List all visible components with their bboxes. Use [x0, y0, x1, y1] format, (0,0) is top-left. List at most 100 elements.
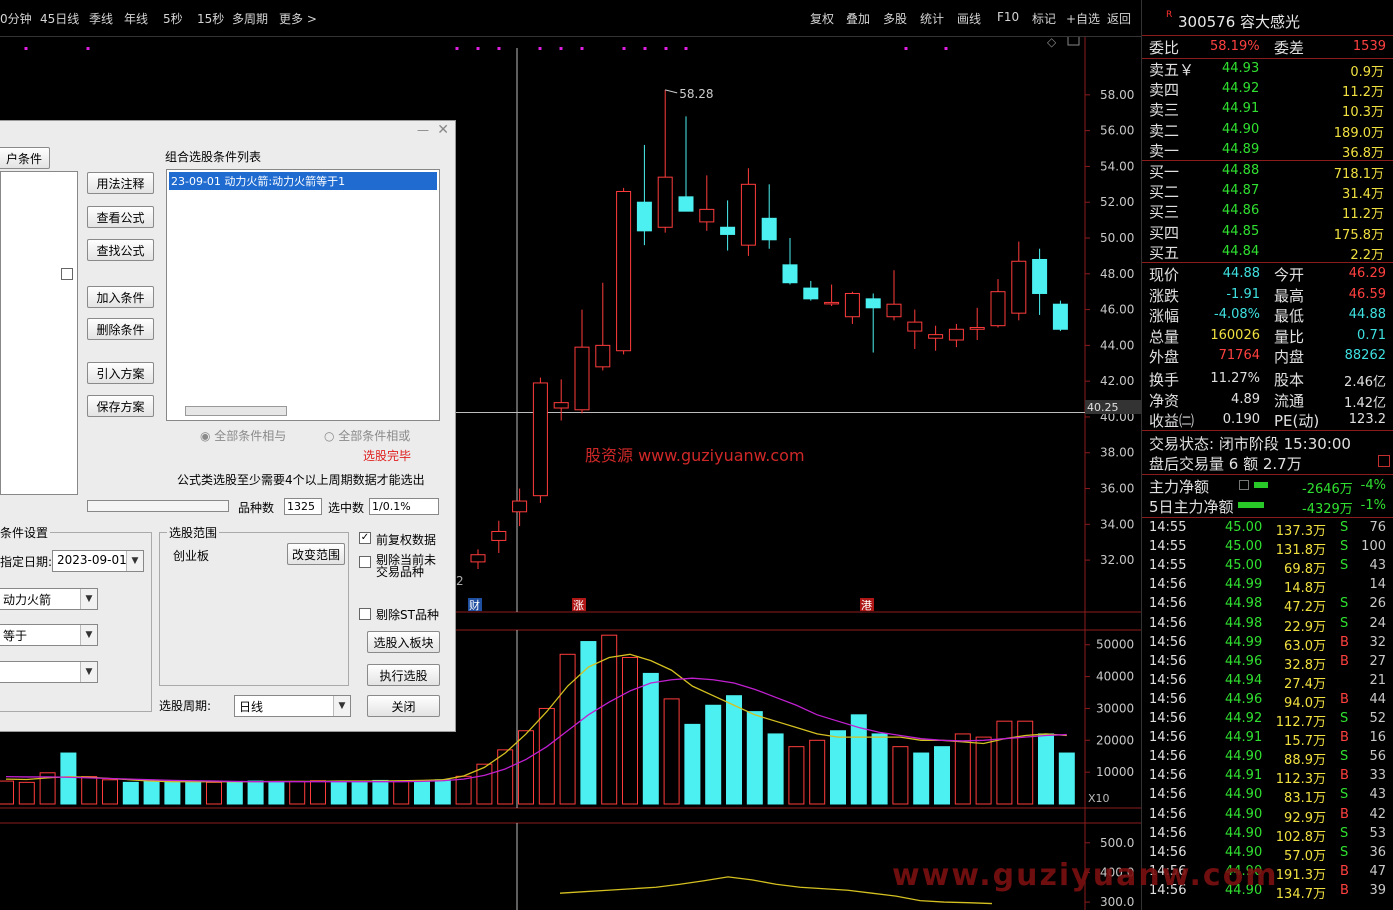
- chevron-down-icon[interactable]: ▼: [80, 625, 97, 645]
- volume-bar: [185, 780, 202, 805]
- tb-draw[interactable]: 画线: [957, 10, 981, 27]
- tick-price: 44.90: [1225, 787, 1263, 803]
- tree-checkbox[interactable]: [61, 268, 73, 280]
- orderbook-label: 卖五￥: [1149, 61, 1195, 79]
- tb-multi-stock[interactable]: 多股: [883, 10, 907, 27]
- badge-limit-up-text: 涨: [573, 599, 584, 612]
- period-select[interactable]: 日线 ▼: [234, 695, 351, 717]
- tb-overlay[interactable]: 叠加: [846, 10, 870, 27]
- volume-bar: [289, 780, 306, 805]
- operator-select[interactable]: 等于 ▼: [0, 624, 98, 646]
- close-icon[interactable]: ✕: [437, 122, 449, 138]
- tab-user-condition[interactable]: 户条件: [0, 147, 50, 169]
- tick-time: 14:55: [1149, 520, 1187, 535]
- volume-bar: [497, 749, 514, 805]
- add-condition-button[interactable]: 加入条件: [87, 286, 154, 308]
- tb-period-5s[interactable]: 5秒: [163, 10, 183, 27]
- orderbook-volume: 0.9万: [1350, 65, 1384, 80]
- candle-body: [636, 201, 652, 232]
- add-to-block-button[interactable]: 选股入板块: [367, 631, 440, 653]
- weibi-label: 委比: [1149, 39, 1180, 57]
- tb-statistics[interactable]: 统计: [920, 10, 944, 27]
- volume-bar: [393, 780, 410, 805]
- tb-period-season[interactable]: 季线: [89, 10, 113, 27]
- change-range-button[interactable]: 改变范围: [287, 543, 345, 565]
- tick-volume: 92.9万: [1284, 810, 1326, 826]
- tb-period-15s[interactable]: 15秒: [197, 10, 224, 27]
- stat-value: 71764: [1218, 348, 1260, 364]
- tb-period-45day[interactable]: 45日线: [40, 10, 79, 27]
- orderbook-volume: 11.2万: [1342, 85, 1384, 101]
- chevron-down-icon[interactable]: ▼: [80, 662, 97, 682]
- volume-bar: [330, 781, 347, 805]
- chevron-down-icon[interactable]: ▼: [333, 696, 350, 716]
- tb-f10[interactable]: F10: [997, 10, 1019, 24]
- restore-checkbox[interactable]: ✓: [359, 532, 371, 544]
- view-formula-button[interactable]: 查看公式: [87, 206, 154, 228]
- minimize-icon[interactable]: —: [417, 123, 429, 137]
- tb-restore[interactable]: 复权: [810, 10, 834, 27]
- close-button[interactable]: 关闭: [367, 695, 440, 717]
- usage-button[interactable]: 用法注释: [87, 172, 154, 194]
- tb-add-watchlist[interactable]: +自选: [1066, 10, 1100, 27]
- stat-value: 88262: [1344, 348, 1386, 364]
- candle-body: [657, 176, 673, 228]
- tick-time: 14:56: [1149, 691, 1187, 707]
- stat-label: 流通: [1274, 391, 1305, 410]
- delete-condition-button[interactable]: 删除条件: [87, 318, 154, 340]
- tick-volume: 134.7万: [1275, 886, 1326, 902]
- volume-bar: [622, 656, 638, 805]
- watermark-text: 股资源 www.guziyuanw.com: [585, 446, 805, 465]
- stat-value: -4.08%: [1214, 307, 1260, 323]
- stat-label: 总量: [1149, 327, 1180, 346]
- candle-body: [907, 321, 923, 332]
- fund-flow5-pct: -1%: [1360, 498, 1386, 513]
- tb-multi-period[interactable]: 多周期: [232, 10, 268, 27]
- volume-bar: [455, 775, 472, 805]
- import-plan-button[interactable]: 引入方案: [87, 362, 154, 384]
- tb-mark[interactable]: 标记: [1032, 10, 1056, 27]
- volume-tick-label: 20000: [1096, 733, 1134, 747]
- price-tick-label: 48.00: [1100, 267, 1134, 281]
- date-picker[interactable]: 2023-09-01 ▼: [52, 550, 144, 572]
- condition-list-item[interactable]: 23-09-01 动力火箭:动力火箭等于1: [169, 172, 437, 190]
- find-formula-button[interactable]: 查找公式: [87, 239, 154, 261]
- expand-icon[interactable]: [1378, 455, 1390, 467]
- diamond-icon[interactable]: ◇: [1047, 35, 1057, 49]
- value-select[interactable]: 1▼: [0, 661, 98, 683]
- list-scrollbar[interactable]: [185, 406, 287, 416]
- tb-period-min[interactable]: 0分钟: [0, 10, 32, 27]
- formula-select[interactable]: 动力火箭 ▼: [0, 588, 98, 610]
- radio-and[interactable]: ◉ 全部条件相与: [200, 427, 286, 444]
- radio-or[interactable]: ○ 全部条件相或: [324, 427, 410, 444]
- save-plan-button[interactable]: 保存方案: [87, 395, 154, 417]
- orderbook-volume: 2.2万: [1350, 247, 1384, 263]
- condition-tree[interactable]: [0, 171, 78, 495]
- condition-list[interactable]: 23-09-01 动力火箭:动力火箭等于1: [166, 169, 440, 421]
- tick-count: 47: [1369, 863, 1386, 879]
- tick-count: 76: [1369, 520, 1386, 535]
- exclude-unlisted-checkbox[interactable]: [359, 556, 371, 568]
- count-label: 品种数: [238, 501, 275, 515]
- after-hours: 盘后交易量 6 额 2.7万: [1149, 455, 1302, 473]
- chevron-down-icon[interactable]: ▼: [80, 589, 97, 609]
- chart-icon[interactable]: [1239, 480, 1249, 490]
- tick-price: 44.98: [1225, 615, 1263, 631]
- tb-period-year[interactable]: 年线: [124, 10, 148, 27]
- orderbook-label: 卖三: [1149, 101, 1180, 120]
- orderbook-label: 买一: [1149, 163, 1180, 181]
- chevron-down-icon[interactable]: ▼: [126, 551, 143, 571]
- tick-count: 52: [1369, 711, 1386, 726]
- volume-bar: [642, 672, 659, 805]
- orderbook-price: 44.88: [1222, 163, 1260, 178]
- execute-screen-button[interactable]: 执行选股: [367, 664, 440, 686]
- price-tick-label: 58.00: [1100, 88, 1134, 102]
- tick-time: 14:55: [1149, 558, 1187, 574]
- tick-time: 14:56: [1149, 749, 1187, 765]
- tick-time: 14:56: [1149, 596, 1187, 612]
- tb-back[interactable]: 返回: [1107, 10, 1131, 27]
- volume-bar: [684, 723, 701, 805]
- orderbook-volume: 10.3万: [1342, 105, 1384, 121]
- tb-more[interactable]: 更多 >: [279, 10, 317, 27]
- exclude-st-checkbox[interactable]: [359, 608, 371, 620]
